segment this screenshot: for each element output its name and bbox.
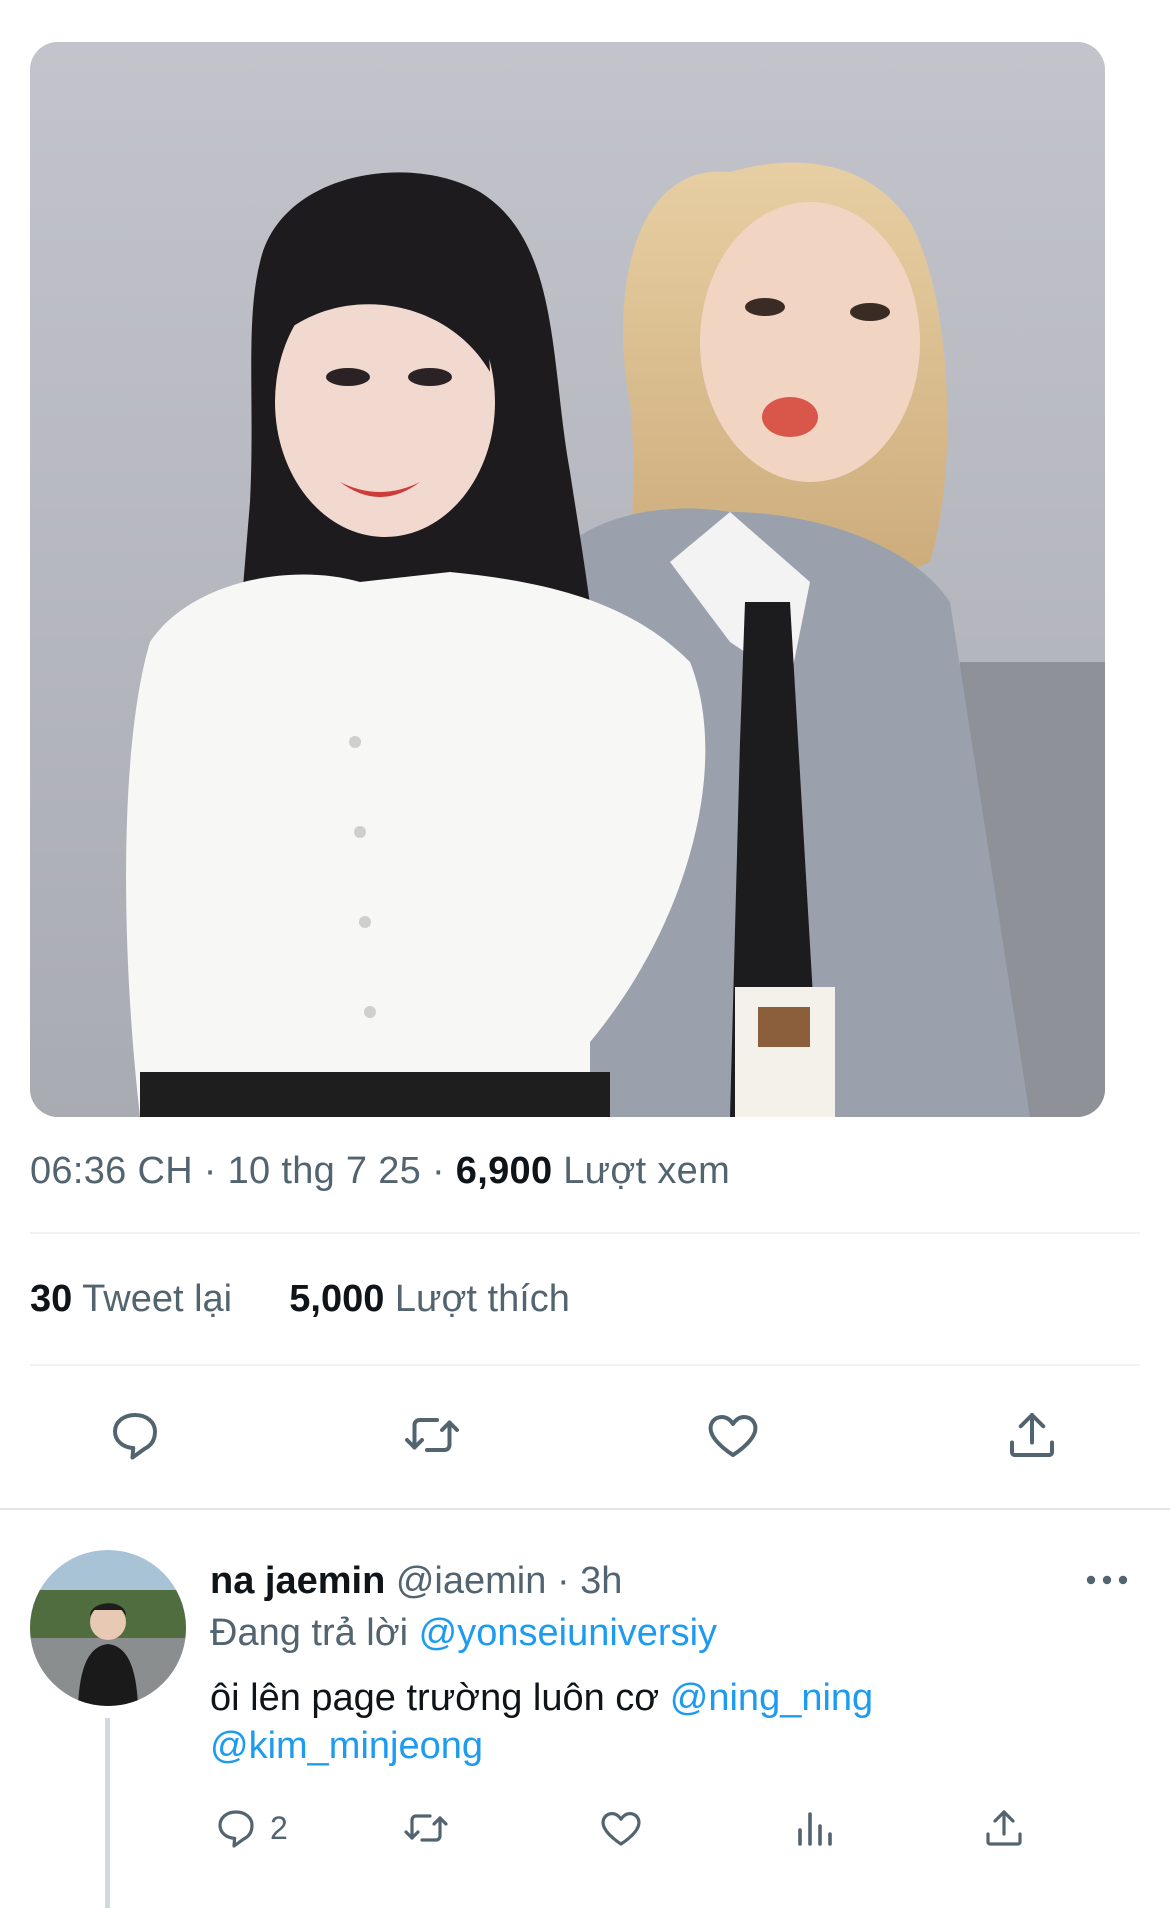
tweet-action-bar xyxy=(0,1405,1170,1465)
views-count: 6,900 xyxy=(455,1150,553,1192)
divider xyxy=(30,1232,1140,1234)
reply-button[interactable] xyxy=(105,1405,165,1465)
analytics-icon xyxy=(798,1812,832,1846)
retweets-label: Tweet lại xyxy=(82,1278,233,1320)
likes-label: Lượt thích xyxy=(394,1278,570,1320)
reply-share-button[interactable] xyxy=(980,1800,1028,1856)
more-button[interactable] xyxy=(1085,1570,1129,1590)
comment-icon xyxy=(113,1413,157,1460)
share-icon xyxy=(1010,1413,1054,1457)
likes-count: 5,000 xyxy=(289,1278,385,1320)
retweet-icon xyxy=(404,1814,448,1842)
mention-link[interactable]: @kim_minjeong xyxy=(210,1725,483,1767)
more-icon xyxy=(1086,1575,1128,1585)
retweets-count: 30 xyxy=(30,1278,73,1320)
reply-views-button[interactable] xyxy=(790,1800,838,1856)
section-divider xyxy=(0,1508,1170,1510)
tweet-meta: 06:36 CH · 10 thg 7 25 · 6,900 Lượt xem xyxy=(30,1150,730,1193)
tweet-date[interactable]: 10 thg 7 25 xyxy=(228,1150,421,1192)
reply-tweet[interactable]: na jaemin @iaemin · 3h Đang trả lời @yon… xyxy=(0,1550,1170,1908)
reply-header: na jaemin @iaemin · 3h xyxy=(210,1560,622,1603)
tweet-photo[interactable] xyxy=(30,42,1105,1117)
reply-count: 2 xyxy=(270,1809,288,1846)
replying-to-link[interactable]: @yonseiuniversiy xyxy=(419,1612,717,1654)
retweet-button[interactable] xyxy=(402,1405,462,1465)
comment-icon xyxy=(218,1810,254,1848)
replying-prefix: Đang trả lời xyxy=(210,1612,409,1654)
heart-icon xyxy=(708,1415,758,1457)
mention-link[interactable]: @ning_ning xyxy=(670,1677,873,1719)
reply-body: ôi lên page trường luôn cơ xyxy=(210,1677,660,1719)
reply-text: ôi lên page trường luôn cơ @ning_ning @k… xyxy=(210,1674,1110,1770)
like-button[interactable] xyxy=(703,1405,763,1465)
avatar[interactable] xyxy=(30,1550,186,1706)
reply-author-handle[interactable]: @iaemin xyxy=(396,1560,547,1602)
separator: · xyxy=(556,1560,570,1602)
share-icon xyxy=(986,1810,1022,1846)
heart-icon xyxy=(601,1812,641,1846)
retweet-icon xyxy=(405,1418,459,1452)
replying-to: Đang trả lời @yonseiuniversiy xyxy=(210,1612,717,1655)
reply-time[interactable]: 3h xyxy=(580,1560,622,1602)
reply-action-bar: 2 xyxy=(0,1800,1170,1860)
reply-retweet-button[interactable] xyxy=(402,1800,450,1856)
reply-reply-button[interactable]: 2 xyxy=(212,1800,288,1856)
divider xyxy=(30,1364,1140,1366)
separator: · xyxy=(203,1150,217,1192)
retweets-stat[interactable]: 30 Tweet lại xyxy=(30,1278,243,1320)
share-button[interactable] xyxy=(1002,1405,1062,1465)
tweet-time[interactable]: 06:36 CH xyxy=(30,1150,193,1192)
separator: · xyxy=(431,1150,445,1192)
tweet-stats: 30 Tweet lại 5,000 Lượt thích xyxy=(30,1278,570,1321)
reply-author-name[interactable]: na jaemin xyxy=(210,1560,385,1602)
views-label: Lượt xem xyxy=(563,1150,731,1192)
likes-stat[interactable]: 5,000 Lượt thích xyxy=(289,1278,570,1320)
reply-like-button[interactable] xyxy=(597,1800,645,1856)
